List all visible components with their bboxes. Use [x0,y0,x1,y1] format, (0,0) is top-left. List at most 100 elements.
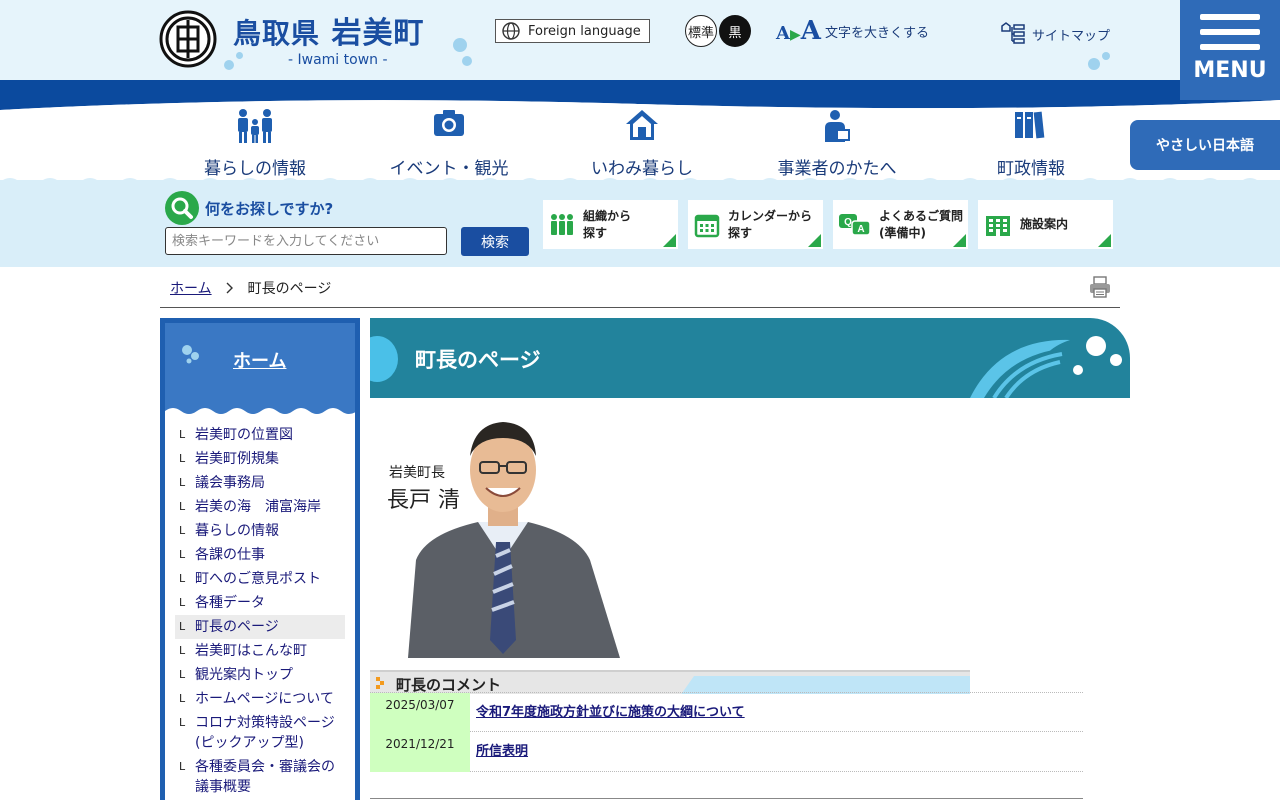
logo-prefecture: 鳥取県 [233,17,321,50]
news-link[interactable]: 令和7年度施政方針並びに施策の大綱について [476,701,745,720]
svg-text:A: A [857,224,864,235]
menu-bar-icon [1200,44,1260,50]
search-zone-wave [0,178,1280,190]
title-circle-decor [370,336,398,382]
search-question-label: 何をお探しですか? [205,199,334,218]
foreign-language-button[interactable]: Foreign language [495,19,650,43]
quick-link-label: 組織から 探す [583,208,631,242]
sidebar-home-link[interactable]: ホーム [233,347,286,373]
town-emblem-icon [159,10,217,68]
sitemap-link[interactable]: サイトマップ [998,22,1110,46]
decor-bubble [224,60,234,70]
decor-bubble [1088,58,1100,70]
text-size-icon: A▶A [776,16,821,46]
news-row: 2021/12/21 所信表明 [370,732,1083,772]
sidebar-item[interactable]: 町へのご意見ポスト [175,567,345,591]
color-black-button[interactable]: 黒 [719,15,751,47]
house-icon [626,110,658,140]
quick-link-label: 施設案内 [1020,216,1068,233]
quick-link-line1: 施設案内 [1020,217,1069,232]
globe-icon [502,22,520,40]
bubbles-icon [182,345,199,364]
sidebar-header-wave [165,408,355,415]
sidebar-item[interactable]: コロナ対策特設ページ(ピックアップ型) [175,711,345,755]
comment-heading-bar: 町長のコメント [370,670,970,694]
search-button[interactable]: 検索 [461,227,529,256]
quick-link-label: よくあるご質問 (準備中) [879,208,963,242]
menu-bar-icon [1200,29,1260,35]
comment-heading: 町長のコメント [396,676,502,694]
quick-link-facilities[interactable]: 施設案内 [978,200,1113,249]
breadcrumb-home-link[interactable]: ホーム [170,278,212,298]
chevron-right-icon [226,282,233,294]
decor-bubble [453,38,467,52]
sidebar-item[interactable]: 議会事務局 [175,471,345,495]
sidebar-item[interactable]: 岩美の海 浦富海岸 [175,495,345,519]
wave-icon [970,336,1122,398]
easy-japanese-button[interactable]: やさしい日本語 [1130,120,1280,170]
gnav-events-tourism[interactable]: イベント・観光 [364,108,534,179]
quick-link-line2: (準備中) [879,225,926,240]
news-date: 2025/03/07 [370,693,470,733]
quick-link-faq[interactable]: Q A よくあるご質問 (準備中) [833,200,968,249]
camera-icon [434,110,464,136]
quick-link-calendar[interactable]: カレンダーから 探す [688,200,823,249]
menu-label: MENU [1193,58,1267,83]
site-logo-title[interactable]: 鳥取県 岩美町 [233,8,424,52]
svg-text:Q: Q [844,217,852,228]
quick-link-line2: 探す [728,225,753,240]
main-divider [370,798,1083,799]
sidebar-list: 岩美町の位置図 岩美町例規集 議会事務局 岩美の海 浦富海岸 暮らしの情報 各課… [175,423,345,800]
search-icon [165,191,199,225]
mayor-photo [378,410,628,658]
news-date: 2021/12/21 [370,732,470,772]
quick-link-line1: 組織から [583,208,632,223]
sidebar-item[interactable]: 観光案内トップ [175,663,345,687]
gnav-town-admin[interactable]: 町政情報 [946,108,1116,179]
page-title: 町長のページ [415,348,541,372]
sidebar-header: ホーム [165,323,355,415]
sidebar-item[interactable]: 各種データ [175,591,345,615]
gnav-for-businesses[interactable]: 事業者のかたへ [752,108,922,179]
text-size-button[interactable]: A▶A 文字を大きくする [776,16,929,46]
page-title-bar: 町長のページ [370,318,1130,398]
quick-link-label: カレンダーから 探す [728,208,812,242]
sidebar-item[interactable]: 岩美町の位置図 [175,423,345,447]
logo-town: 岩美町 [331,16,425,51]
quick-link-organization[interactable]: 組織から 探す [543,200,678,249]
foreign-language-label: Foreign language [528,23,641,39]
sidebar-item[interactable]: 暮らしの情報 [175,519,345,543]
heading-mark-icon [376,677,384,689]
business-person-icon [825,110,850,142]
sidebar-item[interactable]: ホームページについて [175,687,345,711]
menu-bar-icon [1200,14,1260,20]
family-icon [238,109,272,143]
decor-bubble [1102,52,1110,60]
search-input[interactable] [165,227,447,255]
gnav-living-info[interactable]: 暮らしの情報 [170,108,340,179]
quick-link-line1: よくあるご質問 [879,208,964,223]
news-link[interactable]: 所信表明 [476,740,528,759]
qa-icon: Q A [839,213,871,236]
sidebar-item[interactable]: 岩美町例規集 [175,447,345,471]
color-standard-button[interactable]: 標準 [685,15,717,47]
sidebar-item-current[interactable]: 町長のページ [175,615,345,639]
sidebar-item[interactable]: 各課の仕事 [175,543,345,567]
decor-bubble [462,56,472,66]
building-icon [986,215,1010,236]
logo-subtitle: - Iwami town - [288,52,388,68]
decor-bubble [236,52,243,59]
sidebar-item[interactable]: 各種委員会・審議会の議事概要 [175,755,345,799]
text-size-label: 文字を大きくする [824,25,929,41]
quick-link-line1: カレンダーから [728,208,813,223]
print-icon[interactable] [1089,276,1111,298]
people-icon [551,213,573,235]
sidebar-item[interactable]: 岩美町はこんな町 [175,639,345,663]
breadcrumb: ホーム 町長のページ [170,278,331,298]
menu-button[interactable]: MENU [1180,0,1280,100]
calendar-icon [694,214,720,237]
quick-link-line2: 探す [583,225,608,240]
gnav-iwami-living[interactable]: いわみ暮らし [557,108,727,179]
sitemap-icon [1001,22,1025,44]
breadcrumb-divider [160,307,1120,308]
